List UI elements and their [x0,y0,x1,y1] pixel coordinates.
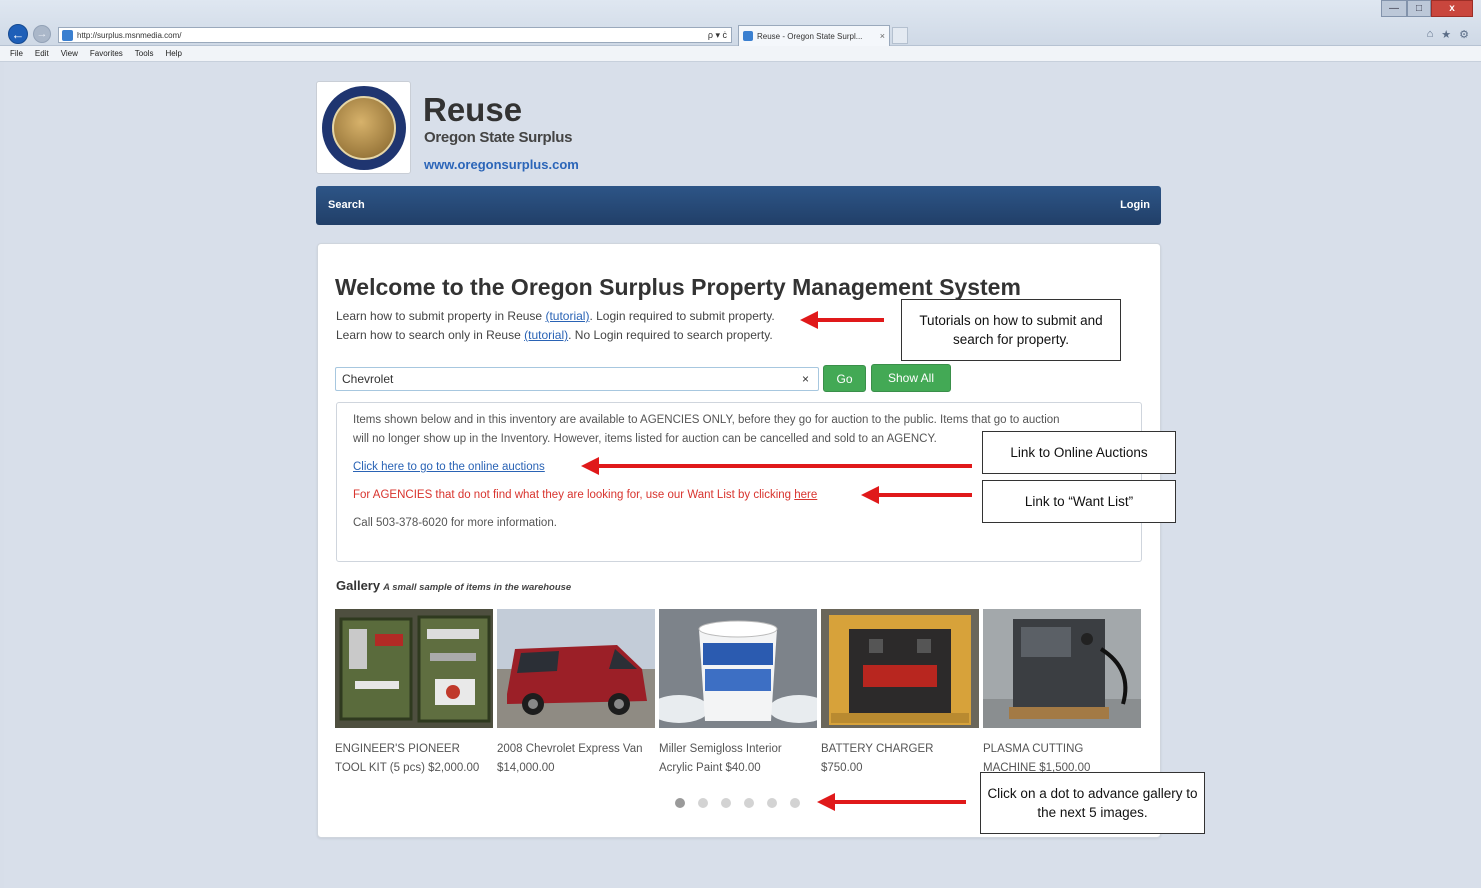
arrowhead-auctions [581,457,599,475]
annotation-arrows [581,311,972,811]
arrowhead-want-list [861,486,879,504]
arrowhead-dots [817,793,835,811]
arrowhead-tutorials [800,311,818,329]
